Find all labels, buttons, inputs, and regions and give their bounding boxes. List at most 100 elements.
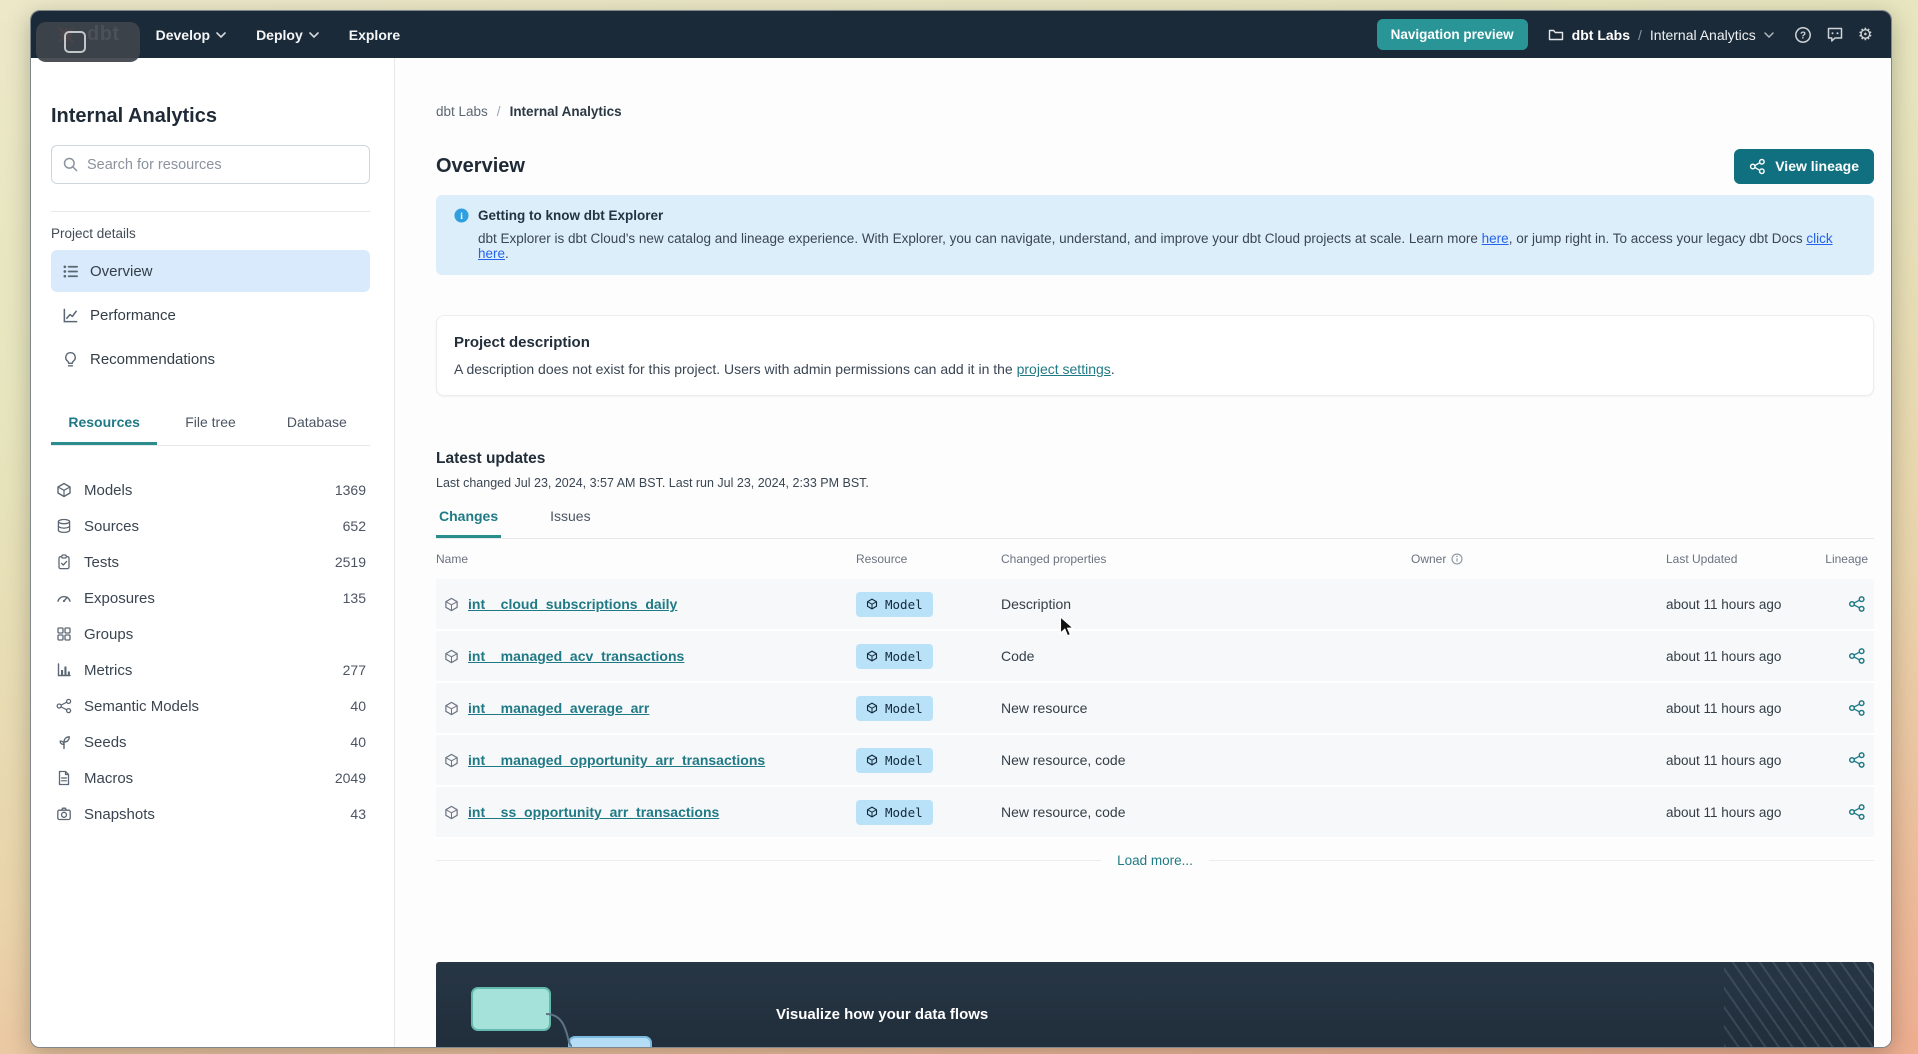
model-link[interactable]: int__managed_average_arr [468, 700, 649, 716]
chevron-down-icon [308, 31, 319, 38]
navigation-preview-button[interactable]: Navigation preview [1376, 19, 1528, 50]
menu-develop[interactable]: Develop [156, 27, 226, 43]
resource-count: 135 [342, 590, 366, 606]
load-more-row: Load more... [436, 853, 1875, 868]
resource-count: 40 [350, 698, 366, 714]
info-banner-title: Getting to know dbt Explorer [478, 208, 664, 223]
screenshot-tool-overlay [36, 22, 140, 62]
column-lineage: Lineage [1825, 552, 1868, 566]
tab-changes[interactable]: Changes [436, 500, 502, 538]
breadcrumb-account[interactable]: dbt Labs [436, 104, 488, 119]
lineage-icon [1749, 158, 1766, 175]
exposure-icon [55, 590, 73, 606]
test-icon [55, 554, 73, 570]
main-menu: Develop Deploy Explore [156, 27, 401, 43]
column-changed-properties: Changed properties [1001, 552, 1107, 566]
project-picker[interactable]: dbt Labs / Internal Analytics [1548, 27, 1774, 43]
breadcrumb: dbt Labs / Internal Analytics [436, 104, 1874, 119]
lineage-icon[interactable] [1848, 803, 1866, 821]
model-link[interactable]: int__managed_acv_transactions [468, 648, 684, 664]
chevron-down-icon [216, 31, 226, 38]
column-owner: Owner [1411, 552, 1666, 566]
resource-item-sources[interactable]: Sources 652 [51, 508, 370, 544]
tab-file-tree[interactable]: File tree [157, 404, 263, 445]
resource-list: Models 1369 Sources 652 Tests 2519 Expos… [51, 472, 370, 832]
resource-item-macros[interactable]: Macros 2049 [51, 760, 370, 796]
menu-explore[interactable]: Explore [349, 27, 400, 43]
changes-table: Name Resource Changed properties Owner L… [436, 539, 1874, 839]
sidebar: Internal Analytics Project details Overv… [31, 58, 395, 1047]
model-link[interactable]: int__managed_opportunity_arr_transaction… [468, 752, 765, 768]
sidebar-item-overview[interactable]: Overview [51, 250, 370, 292]
lineage-icon[interactable] [1848, 647, 1866, 665]
lineage-icon[interactable] [1848, 699, 1866, 717]
table-row: int__managed_acv_transactions Model Code… [436, 631, 1874, 683]
tab-database[interactable]: Database [264, 404, 370, 445]
app-window: dbt Develop Deploy Explore [30, 10, 1892, 1048]
resource-count: 652 [342, 518, 366, 534]
resource-item-groups[interactable]: Groups [51, 616, 370, 652]
resource-item-tests[interactable]: Tests 2519 [51, 544, 370, 580]
overview-list-icon [62, 263, 79, 280]
divider [1208, 860, 1875, 861]
search-box[interactable] [51, 145, 370, 184]
owner-info-icon[interactable] [1451, 553, 1463, 565]
project-name: Internal Analytics [1649, 26, 1756, 43]
resource-item-metrics[interactable]: Metrics 277 [51, 652, 370, 688]
sidebar-tabs: Resources File tree Database [51, 404, 370, 446]
help-icon[interactable]: ? [1794, 26, 1812, 44]
tab-issues[interactable]: Issues [547, 500, 593, 538]
project-settings-link[interactable]: project settings [1017, 361, 1111, 377]
top-navbar: dbt Develop Deploy Explore [31, 11, 1891, 58]
model-icon [55, 482, 73, 498]
lineage-icon[interactable] [1848, 751, 1866, 769]
page-title: Overview [436, 154, 525, 177]
column-name: Name [436, 552, 469, 566]
sidebar-project-title: Internal Analytics [51, 105, 217, 127]
sidebar-nav: Overview Performance Recommendations [51, 250, 370, 380]
sidebar-item-recommendations[interactable]: Recommendations [51, 338, 370, 380]
sidebar-item-performance[interactable]: Performance [51, 294, 370, 336]
sidebar-item-label: Overview [90, 262, 153, 280]
lineage-icon[interactable] [1848, 595, 1866, 613]
resource-item-exposures[interactable]: Exposures 135 [51, 580, 370, 616]
changed-properties-cell: Code [1001, 648, 1035, 664]
sidebar-item-label: Performance [90, 306, 176, 324]
model-icon [444, 701, 459, 716]
resource-item-seeds[interactable]: Seeds 40 [51, 724, 370, 760]
resource-item-models[interactable]: Models 1369 [51, 472, 370, 508]
tab-resources[interactable]: Resources [51, 404, 158, 445]
model-link[interactable]: int__cloud_subscriptions_daily [468, 596, 677, 612]
banner-hatch-pattern [1724, 962, 1874, 1047]
resource-item-snapshots[interactable]: Snapshots 43 [51, 796, 370, 832]
changed-properties-cell: New resource [1001, 700, 1088, 716]
chevron-down-icon [1764, 31, 1774, 38]
column-last-updated: Last Updated [1666, 552, 1738, 566]
last-updated-cell: about 11 hours ago [1666, 700, 1782, 716]
menu-deploy[interactable]: Deploy [256, 27, 319, 43]
resource-count: 277 [342, 662, 366, 678]
resource-item-semantic-models[interactable]: Semantic Models 40 [51, 688, 370, 724]
semantic-models-icon [55, 698, 73, 714]
resource-badge: Model [856, 799, 933, 825]
visualize-flow-banner[interactable]: Visualize how your data flows [436, 962, 1874, 1047]
model-link[interactable]: int__ss_opportunity_arr_transactions [468, 804, 719, 820]
table-row: int__managed_opportunity_arr_transaction… [436, 735, 1874, 787]
view-lineage-button[interactable]: View lineage [1734, 148, 1874, 184]
learn-more-link[interactable]: here [1482, 231, 1509, 246]
last-updated-cell: about 11 hours ago [1666, 804, 1782, 820]
breadcrumb-project: Internal Analytics [509, 104, 622, 119]
project-details-label: Project details [51, 226, 136, 241]
feedback-icon[interactable] [1826, 26, 1844, 44]
last-updated-cell: about 11 hours ago [1666, 596, 1782, 612]
load-more-link[interactable]: Load more... [1117, 853, 1193, 868]
search-input[interactable] [87, 156, 358, 173]
model-icon [444, 805, 459, 820]
resource-count: 1369 [334, 482, 366, 498]
desktop-background: dbt Develop Deploy Explore [0, 0, 1918, 1054]
page-header: Overview View lineage [436, 148, 1874, 184]
info-icon: i [454, 208, 469, 223]
model-icon [444, 649, 459, 664]
settings-gear-icon[interactable]: ⚙ [1858, 26, 1873, 43]
main-content: dbt Labs / Internal Analytics Overview V… [395, 58, 1891, 1047]
